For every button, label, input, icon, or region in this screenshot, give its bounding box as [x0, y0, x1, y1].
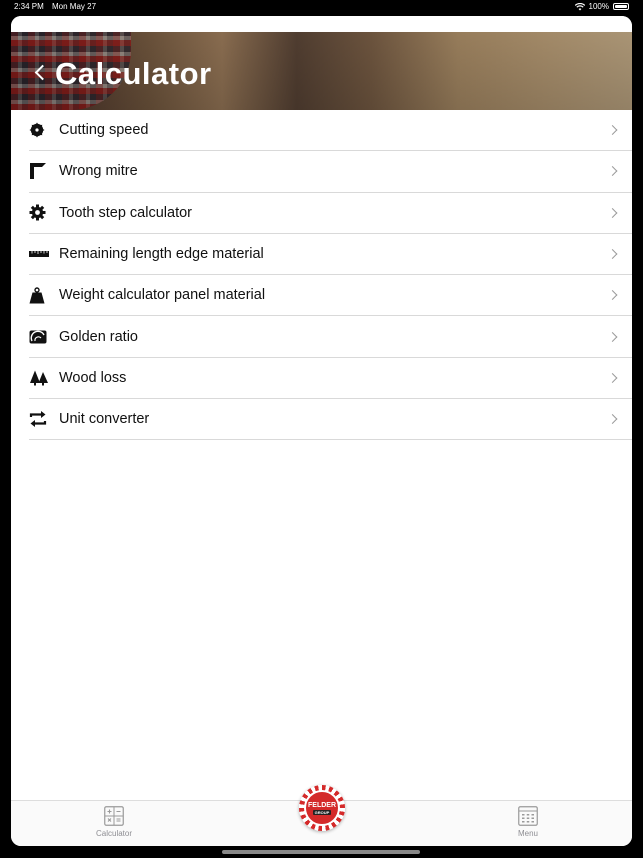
chevron-right-icon	[607, 207, 618, 218]
list-item[interactable]: Wrong mitre	[29, 151, 632, 193]
ruler-icon	[29, 250, 59, 258]
weight-icon	[29, 287, 59, 304]
calculator-icon	[104, 806, 124, 826]
list-item-label: Golden ratio	[59, 328, 138, 345]
status-right: 100%	[574, 2, 629, 11]
header-banner: Calculator	[11, 32, 632, 110]
list-item-label: Cutting speed	[59, 122, 149, 139]
list-item[interactable]: Golden ratio	[29, 316, 632, 358]
convert-arrows-icon	[29, 411, 59, 428]
chevron-right-icon	[607, 414, 618, 425]
felder-logo-button[interactable]: FELDER GROUP	[299, 785, 345, 831]
tab-calculator-label: Calculator	[95, 829, 132, 838]
list-item[interactable]: Unit converter	[29, 399, 632, 441]
list-item-label: Unit converter	[59, 411, 150, 428]
status-date: Mon May 27	[52, 2, 97, 11]
list-item[interactable]: Wood loss	[29, 358, 632, 400]
golden-ratio-icon	[29, 330, 59, 344]
logo-subtext: GROUP	[312, 809, 332, 815]
battery-percent: 100%	[588, 2, 609, 11]
menu-grid-icon	[518, 806, 538, 826]
list-item-label: Tooth step calculator	[59, 204, 192, 221]
list-item-label: Wood loss	[59, 369, 127, 386]
chevron-right-icon	[607, 249, 618, 259]
logo-text: FELDER	[308, 801, 336, 809]
top-strip	[11, 16, 632, 32]
list-item[interactable]: Remaining length edge material	[29, 234, 632, 276]
tab-calculator[interactable]: Calculator	[74, 806, 154, 838]
chevron-left-icon	[34, 64, 50, 80]
wifi-icon	[574, 2, 585, 10]
status-time: 2:34 PM	[14, 2, 44, 11]
chevron-right-icon	[607, 166, 618, 177]
chevron-right-icon	[607, 372, 618, 383]
app-screen: Calculator Cutting speed Wrong mitre Too…	[11, 16, 632, 846]
back-button[interactable]	[29, 52, 50, 92]
status-bar: 2:34 PM Mon May 27 100%	[0, 0, 643, 14]
list-item[interactable]: Cutting speed	[29, 110, 632, 152]
calculator-list: Cutting speed Wrong mitre Tooth step cal…	[29, 110, 632, 441]
chevron-right-icon	[607, 125, 618, 136]
list-item-label: Remaining length edge material	[59, 246, 264, 263]
tab-menu[interactable]: Menu	[488, 806, 568, 838]
tab-menu-label: Menu	[517, 829, 538, 838]
tab-bar: Calculator FELDER GROUP Menu	[11, 785, 632, 846]
chevron-right-icon	[607, 331, 618, 342]
trees-icon	[29, 370, 59, 386]
home-indicator[interactable]	[222, 850, 420, 854]
list-item-label: Wrong mitre	[59, 163, 138, 180]
saw-blade-icon	[29, 122, 59, 138]
page-title: Calculator	[55, 56, 212, 91]
list-item[interactable]: Weight calculator panel material	[29, 275, 632, 317]
list-item[interactable]: Tooth step calculator	[29, 193, 632, 234]
chevron-right-icon	[607, 290, 618, 301]
felder-logo: FELDER GROUP	[304, 790, 340, 826]
gear-icon	[29, 204, 59, 221]
list-item-label: Weight calculator panel material	[59, 287, 266, 304]
mitre-corner-icon	[29, 162, 59, 180]
battery-icon	[613, 3, 629, 10]
